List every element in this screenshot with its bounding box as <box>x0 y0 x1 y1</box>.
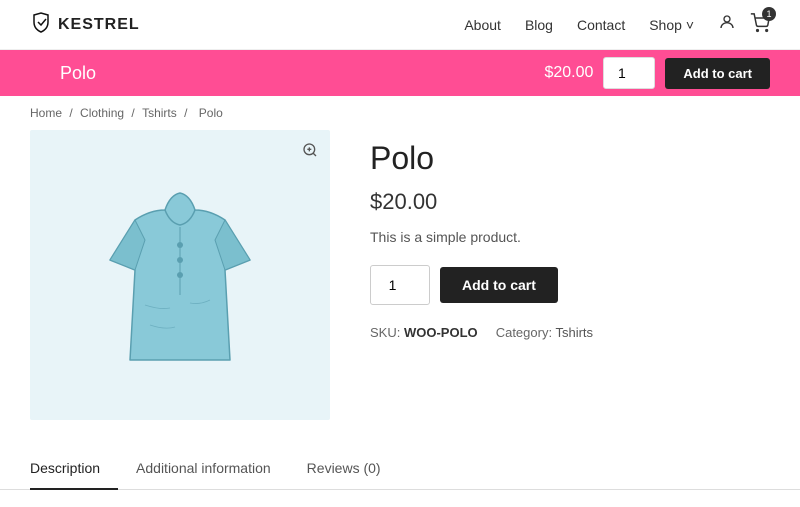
cart-icon[interactable]: 1 <box>750 13 770 36</box>
product-layout: Polo $20.00 This is a simple product. Ad… <box>0 130 800 440</box>
nav-icons: 1 <box>718 13 770 36</box>
sticky-add-to-cart-bar: Polo $20.00 Add to cart <box>0 50 800 96</box>
shop-chevron-icon: ˅ <box>686 17 694 33</box>
product-meta: SKU: WOO-POLO Category: Tshirts <box>370 325 770 340</box>
breadcrumb-current: Polo <box>199 106 223 120</box>
product-price: $20.00 <box>370 189 770 215</box>
logo-text: KESTREL <box>58 16 140 34</box>
sticky-add-to-cart-button[interactable]: Add to cart <box>665 58 770 89</box>
zoom-icon[interactable] <box>302 142 318 163</box>
quantity-input[interactable] <box>370 265 430 305</box>
sticky-product-title: Polo <box>60 63 96 84</box>
tab-description[interactable]: Description <box>30 448 118 490</box>
sticky-quantity-input[interactable] <box>603 57 655 89</box>
cart-count: 1 <box>762 7 776 21</box>
main-nav: About Blog Contact Shop ˅ 1 <box>464 13 770 36</box>
sticky-price: $20.00 <box>544 64 593 82</box>
breadcrumb-tshirts[interactable]: Tshirts <box>142 106 177 120</box>
nav-contact[interactable]: Contact <box>577 17 625 33</box>
category-label: Category: <box>496 325 552 340</box>
product-info: Polo $20.00 This is a simple product. Ad… <box>370 130 770 420</box>
sku-label: SKU: <box>370 325 400 340</box>
sticky-bar-inner: Polo $20.00 Add to cart <box>30 57 770 89</box>
product-image <box>80 165 280 385</box>
add-to-cart-row: Add to cart <box>370 265 770 305</box>
product-description: This is a simple product. <box>370 229 770 245</box>
product-title: Polo <box>370 140 770 177</box>
nav-about[interactable]: About <box>464 17 501 33</box>
product-image-container <box>30 130 330 420</box>
breadcrumb: Home / Clothing / Tshirts / Polo <box>0 96 800 130</box>
breadcrumb-clothing[interactable]: Clothing <box>80 106 124 120</box>
sku-value: WOO-POLO <box>404 325 478 340</box>
add-to-cart-button[interactable]: Add to cart <box>440 267 558 303</box>
nav-blog[interactable]: Blog <box>525 17 553 33</box>
breadcrumb-home[interactable]: Home <box>30 106 62 120</box>
tab-reviews[interactable]: Reviews (0) <box>289 448 399 490</box>
logo[interactable]: KESTREL <box>30 11 140 39</box>
user-icon[interactable] <box>718 13 736 36</box>
category-link[interactable]: Tshirts <box>555 325 593 340</box>
tab-additional-info[interactable]: Additional information <box>118 448 289 490</box>
nav-shop[interactable]: Shop ˅ <box>649 17 694 33</box>
site-header: KESTREL About Blog Contact Shop ˅ <box>0 0 800 50</box>
logo-icon <box>30 11 52 39</box>
product-tabs: Description Additional information Revie… <box>0 448 800 490</box>
